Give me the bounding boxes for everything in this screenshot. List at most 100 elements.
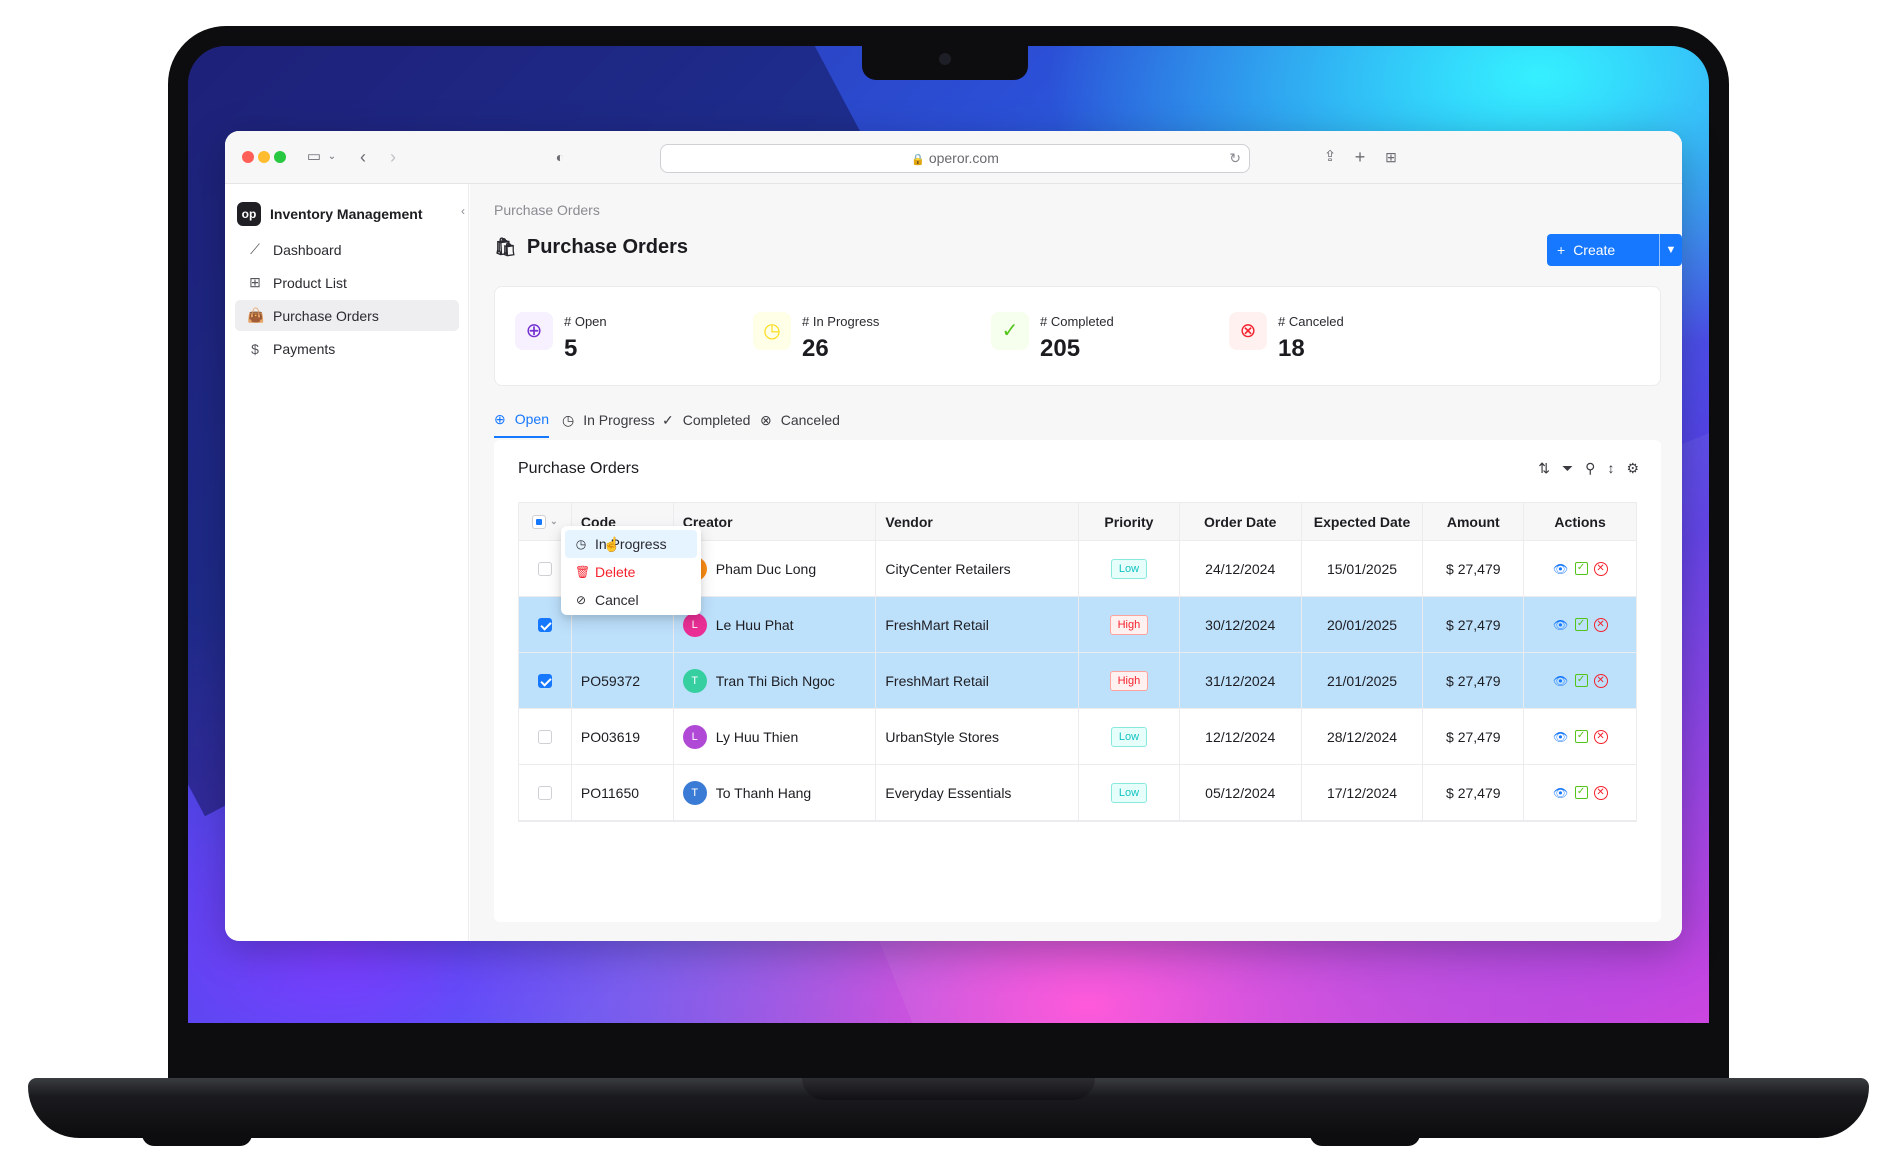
camera-icon — [939, 53, 951, 65]
trash-icon: 🗑 — [575, 565, 591, 579]
stat-label: # In Progress — [802, 314, 880, 329]
create-button[interactable]: + Create Time-off — [1547, 234, 1659, 266]
check-square-icon[interactable]: ✓ — [1574, 730, 1588, 743]
row-select-cell — [519, 709, 572, 764]
select-all-checkbox[interactable] — [532, 514, 547, 529]
priority-badge: Low — [1110, 782, 1148, 803]
stat-value: 205 — [1040, 335, 1081, 362]
collapse-sidebar-icon[interactable]: ‹ — [461, 204, 465, 218]
creator-name: Le Huu Phat — [715, 616, 794, 633]
column-height-icon[interactable]: ↕ — [1607, 460, 1614, 477]
sidebar-item-dashboard[interactable]: ⟋ Dashboard — [235, 234, 459, 265]
order-date-cell: 31/12/2024 — [1180, 653, 1302, 708]
sidebar-item-label: Dashboard — [273, 241, 342, 258]
expected-date-cell: 20/01/2025 — [1302, 597, 1424, 652]
back-arrow-icon[interactable]: ‹ — [355, 146, 371, 168]
expected-date-cell: 17/12/2024 — [1302, 765, 1424, 820]
reload-icon[interactable]: ↻ — [1229, 145, 1241, 172]
tab-open[interactable]: ⊕ Open — [494, 402, 549, 438]
create-dropdown-chevron-icon[interactable]: ▼ — [1658, 234, 1682, 266]
close-circle-icon[interactable]: ✕ — [1593, 561, 1608, 576]
filter-icon[interactable]: ⏷ — [1562, 460, 1573, 477]
column-header-creator[interactable]: Creator — [674, 503, 877, 540]
column-header-expected-date[interactable]: Expected Date — [1302, 503, 1424, 540]
check-square-icon[interactable]: ✓ — [1574, 562, 1588, 575]
order-date-cell: 12/12/2024 — [1180, 709, 1302, 764]
close-circle-icon[interactable]: ✕ — [1593, 785, 1608, 800]
tab-label: Open — [514, 411, 549, 427]
close-circle-icon[interactable]: ✕ — [1593, 617, 1608, 632]
sidebar-toggle-icon[interactable]: ▭ — [305, 146, 323, 168]
column-header-vendor[interactable]: Vendor — [876, 503, 1080, 540]
zoom-window-button[interactable] — [274, 151, 286, 163]
eye-icon[interactable]: 👁 — [1553, 729, 1569, 745]
close-circle-icon[interactable]: ✕ — [1593, 673, 1608, 688]
dollar-circle-icon: $ — [251, 340, 259, 357]
eye-icon[interactable]: 👁 — [1553, 785, 1569, 801]
row-checkbox[interactable] — [537, 785, 552, 800]
menu-item-delete[interactable]: 🗑 Delete — [565, 558, 697, 586]
sidebar-item-product-list[interactable]: ⊞ Product List — [235, 267, 459, 298]
close-circle-icon[interactable]: ✕ — [1593, 729, 1608, 744]
menu-item-in-progress[interactable]: ◷ In Progress — [565, 530, 697, 558]
tab-completed[interactable]: ✓ Completed — [662, 402, 750, 438]
creator-cell: PPham Duc Long — [674, 541, 877, 596]
stat-label: # Open — [564, 314, 607, 329]
table-row[interactable]: PO03619 L Ly Huu Thien UrbanStyle Stores … — [519, 709, 1636, 765]
check-square-icon[interactable]: ✓ — [1574, 786, 1588, 799]
vendor-cell: UrbanStyle Stores — [876, 709, 1080, 764]
order-date-cell: 05/12/2024 — [1180, 765, 1302, 820]
tab-in-progress[interactable]: ◷ In Progress — [562, 402, 655, 438]
actions-cell: 👁 ✓ ✕ — [1524, 709, 1636, 764]
clock-icon: ◷ — [562, 411, 575, 428]
row-checkbox[interactable] — [537, 617, 552, 632]
menu-item-label: Delete — [595, 564, 636, 580]
check-square-icon[interactable]: ✓ — [1574, 674, 1588, 687]
chevron-down-icon[interactable]: ⌄ — [326, 146, 338, 168]
menu-item-cancel[interactable]: ⊘ Cancel — [565, 586, 697, 614]
row-checkbox[interactable] — [537, 673, 552, 688]
stat-label: # Completed — [1040, 314, 1114, 329]
stat-label: # Canceled — [1278, 314, 1344, 329]
column-header-priority[interactable]: Priority — [1079, 503, 1180, 540]
brand[interactable]: op Inventory Management — [237, 201, 422, 227]
order-date-cell: 24/12/2024 — [1180, 541, 1302, 596]
settings-gear-icon[interactable]: ⚙ — [1626, 460, 1639, 477]
laptop-hinge-notch — [802, 1078, 1095, 1100]
column-header-order-date[interactable]: Order Date — [1180, 503, 1302, 540]
privacy-shield-icon[interactable]: ◐ — [552, 146, 568, 168]
address-bar[interactable]: 🔒 operor.com ↻ — [660, 144, 1250, 173]
creator-name: Pham Duc Long — [715, 560, 817, 577]
search-icon[interactable]: ⚲ — [1585, 460, 1595, 477]
check-square-icon[interactable]: ✓ — [1574, 618, 1588, 631]
row-checkbox[interactable] — [537, 729, 552, 744]
row-checkbox[interactable] — [537, 561, 552, 576]
new-tab-icon[interactable]: + — [1352, 146, 1368, 168]
table-row[interactable]: PO11650 T To Thanh Hang Everyday Essentia… — [519, 765, 1636, 821]
forward-arrow-icon[interactable]: › — [385, 146, 401, 168]
sort-icon[interactable]: ⇅ — [1538, 460, 1550, 477]
laptop-foot-right — [1310, 1134, 1420, 1146]
eye-icon[interactable]: 👁 — [1553, 617, 1569, 633]
tab-label: Completed — [682, 412, 751, 428]
column-header-amount[interactable]: Amount — [1423, 503, 1525, 540]
avatar: T — [682, 668, 707, 693]
tab-overview-icon[interactable]: ⊞ — [1382, 146, 1400, 168]
eye-icon[interactable]: 👁 — [1553, 673, 1569, 689]
tab-canceled[interactable]: ⊗ Canceled — [760, 402, 840, 438]
table-row[interactable]: PO59372 T Tran Thi Bich Ngoc FreshMart Re… — [519, 653, 1636, 709]
close-circle-icon: ⊗ — [760, 411, 772, 428]
breadcrumb[interactable]: Purchase Orders — [494, 202, 600, 218]
brand-name: Inventory Management — [270, 206, 423, 222]
chevron-down-icon[interactable]: ⌄ — [550, 516, 558, 527]
share-icon[interactable]: ⇪ — [1322, 146, 1338, 168]
shopping-bag-icon: 🛍 — [494, 237, 517, 257]
creator-cell: T Tran Thi Bich Ngoc — [674, 653, 877, 708]
sidebar-item-purchase-orders[interactable]: 👜 Purchase Orders — [235, 300, 459, 331]
plus-circle-icon: ⊕ — [494, 410, 506, 427]
eye-icon[interactable]: 👁 — [1553, 561, 1569, 577]
avatar: L — [682, 724, 707, 749]
sidebar-item-payments[interactable]: $ Payments — [235, 333, 459, 364]
minimize-window-button[interactable] — [258, 151, 270, 163]
close-window-button[interactable] — [242, 151, 254, 163]
